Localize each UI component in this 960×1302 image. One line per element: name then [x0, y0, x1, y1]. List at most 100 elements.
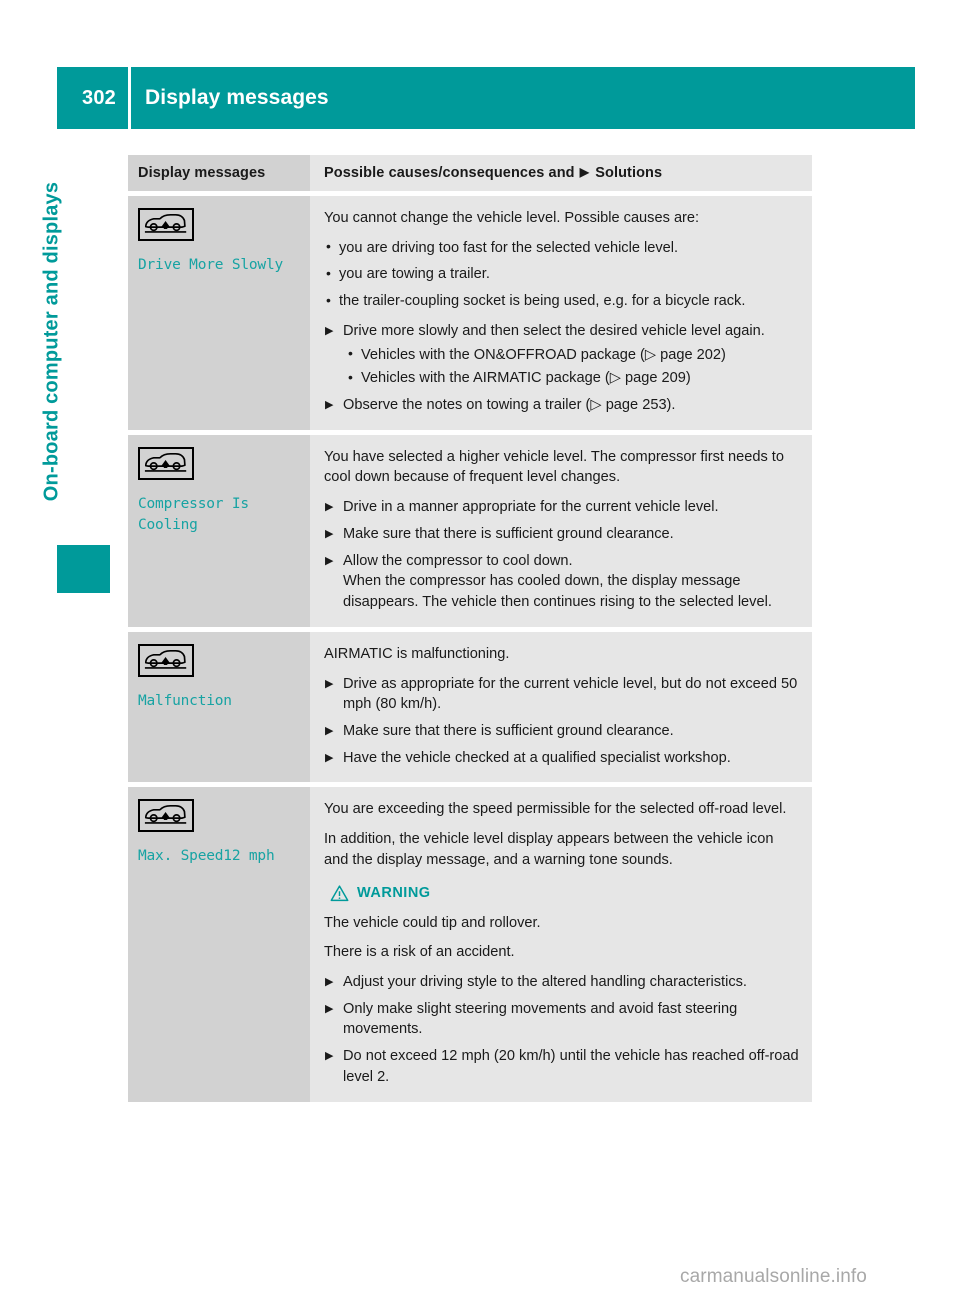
paragraph: AIRMATIC is malfunctioning.: [324, 645, 510, 662]
step-item: ▶ Have the vehicle checked at a qualified…: [324, 748, 800, 769]
list-item-text: the trailer-coupling socket is being use…: [339, 293, 746, 310]
sidebar-chapter-label: On-board computer and displays: [40, 181, 63, 502]
step-triangle-icon: ▶: [325, 751, 334, 764]
sub-list-item-text: Vehicles with the AIRMATIC package (▷ pa…: [361, 370, 691, 387]
step-item: ▶ Allow the compressor to cool down. When …: [324, 551, 800, 613]
header-label-left: Display messages: [138, 165, 266, 181]
vehicle-level-up-icon: [138, 799, 194, 833]
step-item-text: Make sure that there is sufficient groun…: [343, 525, 674, 542]
header-label-right-before: Possible causes/consequences and: [324, 165, 579, 181]
paragraph: You cannot change the vehicle level. Pos…: [324, 210, 700, 226]
header-label-right-after: Solutions: [591, 165, 663, 181]
step-list: ▶ Drive as appropriate for the current ve…: [324, 674, 800, 769]
warning-triangle-icon: [330, 884, 349, 901]
paragraph: You have selected a higher vehicle level…: [324, 448, 784, 486]
warning-block: WARNING: [324, 884, 800, 902]
step-item-text: Make sure that there is sufficient groun…: [343, 722, 674, 739]
sub-bullet-list: • Vehicles with the ON&OFFROAD package (▷…: [343, 345, 800, 389]
bullet-dot-icon: •: [348, 345, 353, 362]
display-message-text: Max. Speed12 mph: [138, 848, 275, 865]
header-cell-display-messages: Display messages: [128, 155, 310, 191]
step-item-text: Only make slight steering movements and …: [343, 1000, 738, 1038]
table-row: Max. Speed12 mph You are exceeding the sp…: [128, 787, 812, 1102]
step-item-text: Observe the notes on towing a trailer (▷…: [343, 397, 676, 414]
paragraph: In addition, the vehicle level display a…: [324, 831, 774, 868]
table-row: Malfunction AIRMATIC is malfunctioning. ▶ D…: [128, 631, 812, 783]
step-triangle-icon: ▶: [325, 399, 334, 412]
step-list: ▶ Drive in a manner appropriate for the c…: [324, 497, 800, 613]
solution-cell: You cannot change the vehicle level. Pos…: [310, 196, 812, 430]
step-triangle-icon: ▶: [325, 324, 334, 337]
table-row: Compressor Is Cooling You have selected a…: [128, 434, 812, 627]
message-cell: Malfunction: [128, 631, 310, 783]
header-label-right: Possible causes/consequences and ▶ Solut…: [324, 165, 662, 181]
step-item: ▶ Adjust your driving style to the altere…: [324, 972, 800, 993]
page-title: Display messages: [145, 86, 329, 109]
bullet-dot-icon: •: [326, 291, 331, 308]
vehicle-level-up-icon: [138, 643, 194, 677]
sub-list-item: • Vehicles with the ON&OFFROAD package (▷…: [343, 345, 800, 366]
display-message-text: Compressor Is Cooling: [138, 495, 249, 533]
step-triangle-icon: ▶: [325, 554, 334, 567]
step-triangle-icon: ▶: [325, 1050, 334, 1063]
list-item: • you are towing a trailer.: [324, 264, 800, 285]
bullet-list: • you are driving too fast for the select…: [324, 238, 800, 312]
step-triangle-icon: ▶: [325, 527, 334, 540]
message-cell: Compressor Is Cooling: [128, 434, 310, 627]
vehicle-level-up-icon: [138, 446, 194, 480]
bullet-dot-icon: •: [326, 264, 331, 281]
solid-triangle-icon: ▶: [579, 165, 590, 179]
page-number: 302: [82, 86, 116, 109]
paragraph: There is a risk of an accident.: [324, 944, 515, 961]
bullet-dot-icon: •: [348, 368, 353, 385]
sub-list-item-text: Vehicles with the ON&OFFROAD package (▷ …: [361, 346, 726, 363]
step-item: ▶ Drive more slowly and then select the d…: [324, 321, 800, 389]
step-item-text: Drive more slowly and then select the de…: [343, 322, 765, 339]
step-item: ▶ Only make slight steering movements and…: [324, 999, 800, 1040]
step-continuation-text: When the compressor has cooled down, the…: [343, 573, 772, 611]
step-triangle-icon: ▶: [325, 501, 334, 514]
solution-cell: You have selected a higher vehicle level…: [310, 434, 812, 627]
step-triangle-icon: ▶: [325, 724, 334, 737]
step-item: ▶ Do not exceed 12 mph (20 km/h) until th…: [324, 1046, 800, 1087]
list-item-text: you are towing a trailer.: [339, 266, 490, 283]
message-cell: Drive More Slowly: [128, 196, 310, 430]
list-item-text: you are driving too fast for the selecte…: [339, 239, 679, 256]
sidebar-chapter-tab: [57, 545, 110, 593]
step-triangle-icon: ▶: [325, 677, 334, 690]
step-item-text: Do not exceed 12 mph (20 km/h) until the…: [343, 1048, 799, 1085]
step-item-text: Drive as appropriate for the current veh…: [343, 675, 798, 713]
page-header-banner: 302 Display messages: [57, 67, 915, 129]
vehicle-level-up-icon: [138, 208, 194, 241]
table-row: Drive More Slowly You cannot change the v…: [128, 196, 812, 430]
bullet-dot-icon: •: [326, 238, 331, 255]
step-item: ▶ Make sure that there is sufficient grou…: [324, 721, 800, 742]
footer-watermark: carmanualsonline.info: [680, 1266, 867, 1287]
display-message-text: Drive More Slowly: [138, 257, 284, 273]
step-list: ▶ Drive more slowly and then select the d…: [324, 321, 800, 416]
step-item-text: Allow the compressor to cool down.: [343, 552, 573, 569]
table-header-row: Display messages Possible causes/conseque…: [128, 155, 812, 191]
step-item: ▶ Make sure that there is sufficient grou…: [324, 524, 800, 545]
paragraph: The vehicle could tip and rollover.: [324, 914, 541, 931]
paragraph: You are exceeding the speed permissible …: [324, 801, 787, 818]
list-item: • the trailer-coupling socket is being us…: [324, 291, 800, 312]
step-item: ▶ Observe the notes on towing a trailer (…: [324, 395, 800, 416]
step-item-text: Adjust your driving style to the altered…: [343, 973, 747, 990]
solution-cell: You are exceeding the speed permissible …: [310, 787, 812, 1102]
header-cell-solutions: Possible causes/consequences and ▶ Solut…: [310, 155, 812, 191]
display-messages-table: Display messages Possible causes/conseque…: [128, 155, 812, 1102]
step-item-text: Have the vehicle checked at a qualified …: [343, 749, 731, 766]
solution-cell: AIRMATIC is malfunctioning. ▶ Drive as app…: [310, 631, 812, 783]
step-item-text: Drive in a manner appropriate for the cu…: [343, 499, 719, 516]
step-triangle-icon: ▶: [325, 975, 334, 988]
step-list: ▶ Adjust your driving style to the altere…: [324, 972, 800, 1088]
step-triangle-icon: ▶: [325, 1002, 334, 1015]
sub-list-item: • Vehicles with the AIRMATIC package (▷ p…: [343, 368, 800, 389]
display-message-text: Malfunction: [138, 692, 232, 709]
sidebar: On-board computer and displays: [0, 0, 120, 1302]
warning-label: WARNING: [357, 884, 431, 901]
step-item: ▶ Drive in a manner appropriate for the c…: [324, 497, 800, 518]
list-item: • you are driving too fast for the select…: [324, 238, 800, 259]
step-item: ▶ Drive as appropriate for the current ve…: [324, 674, 800, 715]
